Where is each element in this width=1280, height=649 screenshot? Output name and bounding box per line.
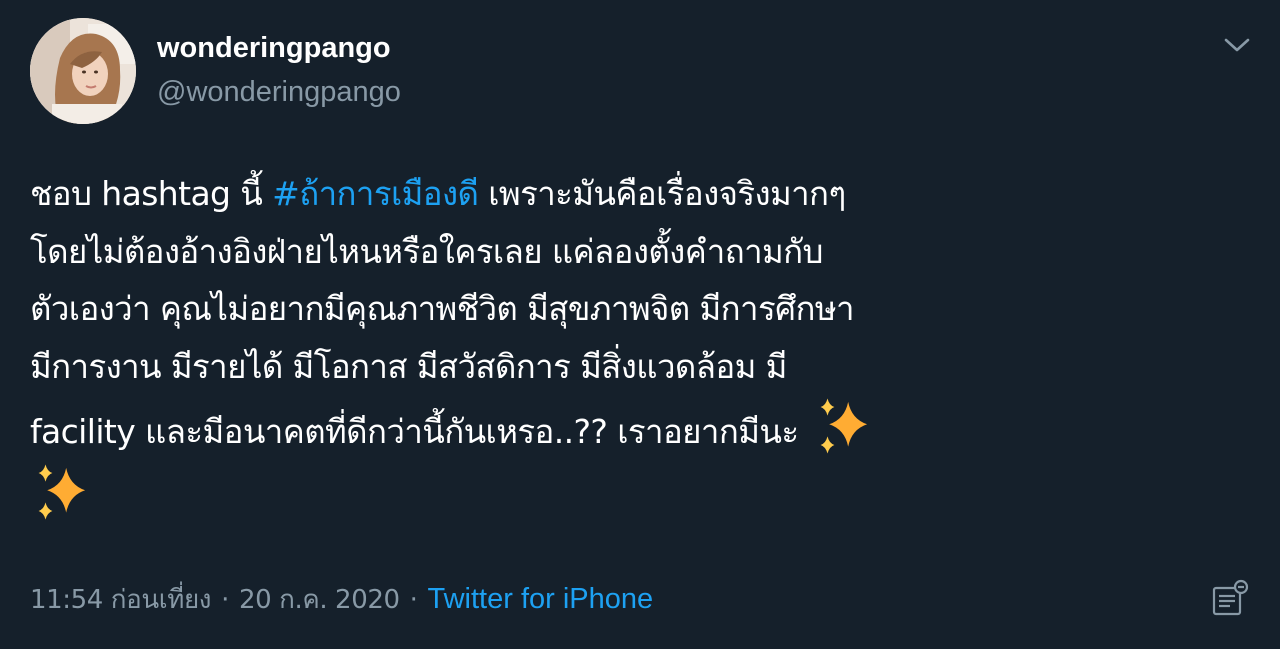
tweet-line: มีการงาน มีรายได้ มีโอกาส มีสวัสดิการ มี… (30, 346, 787, 386)
meta-separator: · (409, 585, 418, 615)
avatar-photo (30, 18, 136, 124)
hashtag-link[interactable]: #ถ้าการเมืองดี (272, 174, 479, 213)
tweet-text: ชอบ hashtag นี้ #ถ้าการเมืองดี เพราะมันค… (30, 165, 1245, 526)
meta-separator: · (221, 585, 229, 615)
tweet-time[interactable]: 11:54 ก่อนเที่ยง (30, 585, 211, 615)
display-name[interactable]: wonderingpango (157, 30, 391, 66)
sparkles-icon (38, 463, 86, 520)
analytics-icon[interactable] (1208, 578, 1252, 622)
tweet-line (30, 461, 1245, 527)
tweet-text-segment: facility และมีอนาคตที่ดีกว่านี้กันเหรอ..… (30, 412, 809, 451)
tweet-line: ชอบ hashtag นี้ #ถ้าการเมืองดี เพราะมันค… (30, 165, 1245, 223)
tweet-source-link[interactable]: Twitter for iPhone (428, 583, 654, 615)
tweet-text-segment: ชอบ hashtag นี้ (30, 174, 273, 213)
tweet-line: ตัวเองว่า คุณไม่อยากมีคุณภาพชีวิต มีสุขภ… (30, 289, 855, 328)
tweet-date[interactable]: 20 ก.ค. 2020 (239, 585, 400, 615)
tweet-line: โดยไม่ต้องอ้างอิงฝ่ายไหนหรือใครเลย แค่ลอ… (30, 231, 823, 271)
avatar[interactable] (30, 18, 136, 124)
tweet-meta: 11:54 ก่อนเที่ยง · 20 ก.ค. 2020 · Twitter fo… (30, 582, 653, 617)
tweet-line: facility และมีอนาคตที่ดีกว่านี้กันเหรอ..… (30, 395, 1245, 461)
chevron-down-icon[interactable] (1220, 28, 1254, 62)
tweet-card: wonderingpango @wonderingpango ชอบ hasht… (0, 0, 1280, 649)
user-handle[interactable]: @wonderingpango (157, 74, 401, 110)
tweet-text-segment: เพราะมันคือเรื่องจริงมากๆ (478, 174, 846, 213)
sparkles-icon (820, 398, 868, 454)
